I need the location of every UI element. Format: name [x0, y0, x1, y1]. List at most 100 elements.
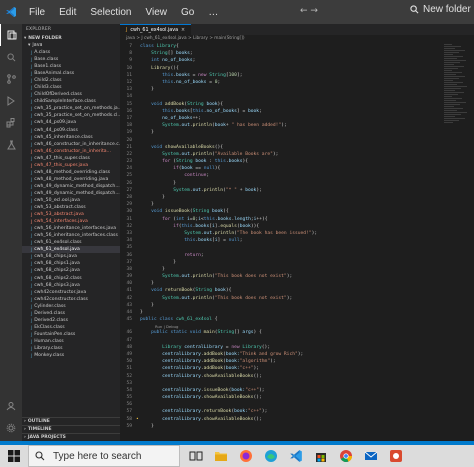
code-line[interactable]: 18 System.out.println(book+ " has been a… — [120, 122, 474, 129]
file-item[interactable]: Jcwh_50_ecl.ool.java — [22, 197, 120, 204]
code-line[interactable]: 19 } — [120, 129, 474, 136]
file-item[interactable]: J Child2.class — [22, 77, 120, 84]
code-line[interactable]: 24 if(book == null){ — [120, 165, 474, 172]
title-search[interactable]: New folder — [410, 4, 471, 15]
file-item[interactable]: Jcwh42constructor.java — [22, 289, 120, 296]
file-item[interactable]: Jcwh_68_chips2.class — [22, 275, 120, 282]
code-line[interactable]: 57 centralLibrary.returnBook(book:"c++")… — [120, 408, 474, 415]
code-line[interactable]: 55 centralLibrary.showAvailableBooks(); — [120, 394, 474, 401]
file-item[interactable]: Jcwh_44_ps09.java — [22, 119, 120, 126]
code-line[interactable]: 10 Library(){ — [120, 65, 474, 72]
menu-file[interactable]: File — [22, 7, 52, 18]
menu-view[interactable]: View — [139, 7, 175, 18]
file-item[interactable]: J Derived.class — [22, 310, 120, 317]
code-line[interactable]: 56 — [120, 401, 474, 408]
code-line[interactable]: 14 — [120, 93, 474, 100]
file-item[interactable]: Jcwh_56_inheritance_interfaces.class — [22, 232, 120, 239]
code-line[interactable]: 42 System.out.println("This book does no… — [120, 295, 474, 302]
firefox-icon[interactable] — [238, 448, 254, 464]
file-item[interactable]: J Human.class — [22, 338, 120, 345]
code-line[interactable]: 7 class Library{ — [120, 43, 474, 50]
code-line[interactable]: 44} — [120, 309, 474, 316]
code-line[interactable]: 37 } — [120, 259, 474, 266]
code-line[interactable]: 12 this.no_of_books = 0; — [120, 79, 474, 86]
code-line[interactable]: 53 — [120, 380, 474, 387]
file-item[interactable]: Jcwh_61_ex4sol.java — [22, 246, 120, 254]
edge-icon[interactable] — [263, 448, 279, 464]
file-item[interactable]: Jcwh_48_method_overriding.java — [22, 176, 120, 183]
account-icon[interactable] — [0, 395, 22, 417]
file-item[interactable]: J ChildOfDerived.class — [22, 91, 120, 98]
file-item[interactable]: Jcwh_48_method_overriding.class — [22, 169, 120, 176]
code-line[interactable]: 46 public static void main(String[] args… — [120, 329, 474, 336]
lightbulb-icon[interactable]: • — [136, 417, 139, 422]
code-line[interactable]: 39 System.out.println("This book does no… — [120, 273, 474, 280]
search-icon[interactable] — [0, 46, 22, 68]
testing-icon[interactable] — [0, 134, 22, 156]
code-line[interactable]: 58 • centralLibrary.showAvailableBooks(); — [120, 416, 474, 423]
file-item[interactable]: J Cylinder.class — [22, 303, 120, 310]
code-line[interactable]: 17 no_of_books++; — [120, 115, 474, 122]
file-item[interactable]: Jcwh_53_abstract.class — [22, 204, 120, 211]
file-item[interactable]: J Child3.class — [22, 84, 120, 91]
file-item[interactable]: Jcwh_53_abstract.java — [22, 211, 120, 218]
workspace-section[interactable]: ▾ NEW FOLDER — [22, 34, 120, 42]
explorer-icon[interactable] — [0, 24, 22, 46]
code-line[interactable]: 26 } — [120, 180, 474, 187]
file-item[interactable]: J BaseAnimal.class — [22, 70, 120, 77]
file-item[interactable]: Jcwh_61_ex4sol.class — [22, 239, 120, 246]
code-line[interactable]: 15 void addBook(String book){ — [120, 101, 474, 108]
code-line[interactable]: 32 if(this.books[i].equals(book)){ — [120, 223, 474, 230]
file-item[interactable]: Jcwh_46_constructor_in_inherita... — [22, 148, 120, 155]
file-item[interactable]: J Base1.class — [22, 63, 120, 70]
file-item[interactable]: J EkClass.class — [22, 324, 120, 331]
file-item[interactable]: Jcwh_47_this_super.java — [22, 162, 120, 169]
code-line[interactable]: 49 centralLibrary.addBook(book:"Think an… — [120, 351, 474, 358]
code-line[interactable]: 29 } — [120, 201, 474, 208]
source-control-icon[interactable] — [0, 68, 22, 90]
vscode-icon[interactable] — [288, 448, 304, 464]
code-line[interactable]: 35 — [120, 244, 474, 251]
menu-go[interactable]: Go — [174, 7, 201, 18]
file-item[interactable]: Jcwh_35_practice_set_on_methods.ja... — [22, 105, 120, 112]
close-icon[interactable]: × — [181, 28, 185, 33]
menu-more[interactable]: … — [201, 7, 225, 18]
file-item[interactable]: Jcwh_49_dynamic_method_dispatch... — [22, 183, 120, 190]
code-line[interactable]: 16 this.books[this.no_of_books] = book; — [120, 108, 474, 115]
app-icon[interactable] — [388, 448, 404, 464]
code-line[interactable]: 40 } — [120, 280, 474, 287]
file-item[interactable]: Jcwh_68_chips3.java — [22, 282, 120, 289]
code-line[interactable]: 54 centralLibrary.issueBook(book:"c++"); — [120, 387, 474, 394]
code-line[interactable]: 8 String[] books; — [120, 50, 474, 57]
code-line[interactable]: 47 — [120, 337, 474, 344]
file-item[interactable]: Jcwh_68_chips1.java — [22, 260, 120, 267]
breadcrumb[interactable]: java > J cwh_61_ex4sol.java > Library > … — [120, 35, 474, 42]
file-explorer-icon[interactable] — [213, 448, 229, 464]
code-line[interactable]: 48 Library centralLibrary = new Library(… — [120, 344, 474, 351]
taskbar-search[interactable]: Type here to search — [28, 445, 180, 467]
file-item[interactable]: J A.class — [22, 49, 120, 56]
java-projects-section[interactable]: › JAVA PROJECTS — [22, 433, 120, 441]
code-line[interactable]: 51 centralLibrary.addBook(book:"c++"); — [120, 365, 474, 372]
file-item[interactable]: Jcwh_56_inheritance_interfaces.java — [22, 225, 120, 232]
code-line[interactable]: 22 System.out.println("Available Books a… — [120, 151, 474, 158]
code-line[interactable]: 59 } — [120, 423, 474, 430]
code-line[interactable]: 36 return; — [120, 251, 474, 258]
windows-start-icon[interactable] — [0, 445, 28, 467]
code-line[interactable]: 21 void showAvailableBooks(){ — [120, 144, 474, 151]
code-line[interactable]: 13 } — [120, 86, 474, 93]
chrome-icon[interactable] — [338, 448, 354, 464]
code-line[interactable]: 50 centralLibrary.addBook(book:"algorith… — [120, 358, 474, 365]
outline-section[interactable]: › OUTLINE — [22, 417, 120, 425]
code-line[interactable]: 52 centralLibrary.showAvailableBooks(); — [120, 372, 474, 379]
extensions-icon[interactable] — [0, 112, 22, 134]
nav-arrows[interactable]: ← → — [300, 6, 318, 16]
file-item[interactable]: J Base.class — [22, 56, 120, 63]
code-line[interactable]: 41 void returnBook(String book){ — [120, 287, 474, 294]
code-line[interactable]: 9 int no_of_books; — [120, 57, 474, 64]
task-view-icon[interactable] — [188, 448, 204, 464]
folder-java[interactable]: ▾ java — [22, 42, 120, 49]
code-line[interactable]: 34 this.books[i] = null; — [120, 237, 474, 244]
file-item[interactable]: J Derived2.class — [22, 317, 120, 324]
file-item[interactable]: Jcwh_44_ps09.class — [22, 127, 120, 134]
